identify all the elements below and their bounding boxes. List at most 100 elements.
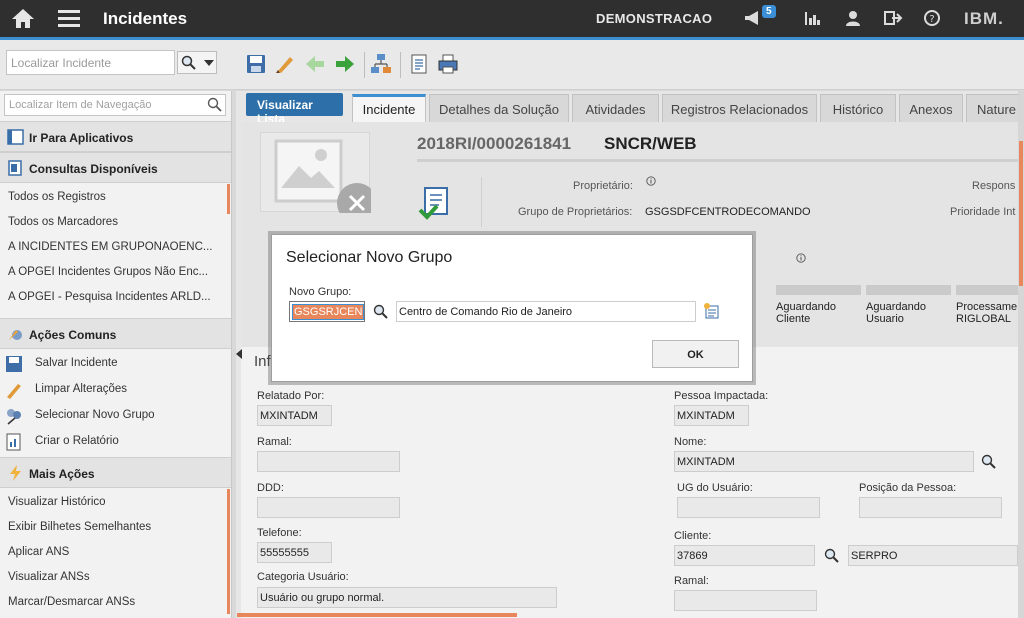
scroll-indicator <box>227 489 230 614</box>
query-item[interactable]: A OPGEI - Pesquisa Incidentes ARLD... <box>8 291 220 303</box>
position-field[interactable] <box>859 497 1002 518</box>
nav-search-input[interactable]: Localizar Item de Navegação <box>4 94 226 116</box>
clear-changes-icon <box>7 384 21 399</box>
priority-label: Prioridade Int <box>950 206 1016 218</box>
query-item[interactable]: A OPGEI Incidentes Grupos Não Enc... <box>8 266 220 278</box>
search-button[interactable] <box>177 51 217 74</box>
query-item[interactable]: Todos os Registros <box>8 191 220 203</box>
tab-nature[interactable]: Nature <box>966 94 1024 122</box>
common-actions-label: Ações Comuns <box>29 328 117 342</box>
arrow-right-icon[interactable] <box>334 53 356 75</box>
scroll-indicator <box>227 184 230 214</box>
save-icon[interactable] <box>245 53 267 75</box>
owner-group-label: Grupo de Proprietários: <box>518 206 633 218</box>
dialog-title: Selecionar Novo Grupo <box>286 249 453 266</box>
user-category-field[interactable]: Usuário ou grupo normal. <box>257 587 557 608</box>
print-icon[interactable] <box>437 53 459 75</box>
go-to-apps-label: Ir Para Aplicativos <box>29 131 134 145</box>
ddd-field[interactable] <box>257 497 400 518</box>
more-action-item[interactable]: Marcar/Desmarcar ANSs <box>8 596 220 608</box>
search-icon[interactable] <box>373 304 389 320</box>
user-category-label: Categoria Usuário: <box>257 571 349 583</box>
user-icon[interactable] <box>843 9 863 27</box>
home-icon[interactable] <box>10 7 36 29</box>
ramal2-field[interactable] <box>674 590 817 611</box>
tab-related-records[interactable]: Registros Relacionados <box>662 94 817 122</box>
status-step: Processame RIGLOBAL <box>956 301 1017 325</box>
common-actions-section[interactable]: Ações Comuns <box>0 318 231 349</box>
document-icon[interactable] <box>408 53 430 75</box>
search-icon[interactable] <box>981 454 997 470</box>
toolbar-separator <box>364 52 365 78</box>
select-new-group-action[interactable]: Selecionar Novo Grupo <box>35 409 247 421</box>
query-icon <box>8 160 22 176</box>
more-actions-label: Mais Ações <box>29 467 95 481</box>
phone-field[interactable]: 55555555 <box>257 542 332 563</box>
query-item[interactable]: Todos os Marcadores <box>8 216 220 228</box>
create-report-action[interactable]: Criar o Relatório <box>35 435 247 447</box>
new-group-value: GSGSRJCEN <box>292 304 365 320</box>
more-action-item[interactable]: Exibir Bilhetes Semelhantes <box>8 521 220 533</box>
tab-activities[interactable]: Atividades <box>572 94 659 122</box>
clear-changes-icon[interactable] <box>274 53 296 75</box>
affected-person-field[interactable]: MXINTADM <box>674 405 749 426</box>
name-field[interactable]: MXINTADM <box>674 451 974 472</box>
ok-button[interactable]: OK <box>652 340 739 368</box>
owner-label: Proprietário: <box>573 180 633 192</box>
save-icon <box>6 356 22 372</box>
view-list-button[interactable]: Visualizar Lista <box>246 93 343 126</box>
info-icon[interactable] <box>796 253 806 263</box>
chart-icon[interactable] <box>803 9 823 27</box>
arrow-left-icon[interactable] <box>304 53 326 75</box>
checklist-icon[interactable] <box>417 186 451 222</box>
client-name-field[interactable]: SERPRO <box>848 545 1018 566</box>
owner-group-value: GSGSDFCENTRODECOMANDO <box>645 206 811 218</box>
vertical-scrollbar[interactable] <box>1018 91 1024 618</box>
app-title: Incidentes <box>103 9 188 28</box>
query-item[interactable]: A INCIDENTES EM GRUPONAOENC... <box>8 241 220 253</box>
brand-logo: IBM. <box>964 9 1004 28</box>
report-icon <box>6 433 21 451</box>
scrollbar-thumb[interactable] <box>1019 141 1023 286</box>
tab-attachments[interactable]: Anexos <box>899 94 963 122</box>
search-icon[interactable] <box>207 97 223 113</box>
save-incident-action[interactable]: Salvar Incidente <box>35 357 247 369</box>
client-code-field[interactable]: 37869 <box>674 545 815 566</box>
tab-incident[interactable]: Incidente <box>352 94 426 124</box>
detail-menu-icon[interactable] <box>703 302 721 320</box>
responsible-label: Respons <box>972 180 1016 192</box>
info-icon[interactable] <box>646 176 656 186</box>
navigation-panel: Localizar Item de Navegação Ir Para Apli… <box>0 91 232 618</box>
menu-icon[interactable] <box>58 8 80 28</box>
top-bar: Incidentes DEMONSTRACAO 5 ? IBM. <box>0 0 1024 37</box>
ug-label: UG do Usuário: <box>677 482 753 494</box>
collapse-arrow-icon[interactable] <box>236 349 242 359</box>
tab-solution-details[interactable]: Detalhes da Solução <box>429 94 569 122</box>
tab-history[interactable]: Histórico <box>820 94 896 122</box>
workflow-icon[interactable] <box>370 53 392 75</box>
new-group-label: Novo Grupo: <box>289 286 352 298</box>
new-group-input[interactable]: GSGSRJCEN <box>289 301 365 322</box>
header-divider <box>417 159 1022 162</box>
lightning-icon <box>10 465 21 481</box>
reported-by-field[interactable]: MXINTADM <box>257 405 332 426</box>
more-action-item[interactable]: Visualizar ANSs <box>8 571 220 583</box>
help-icon[interactable]: ? <box>922 9 942 27</box>
clear-changes-action[interactable]: Limpar Alterações <box>35 383 247 395</box>
horizontal-scrollbar[interactable] <box>237 613 517 617</box>
search-input[interactable]: Localizar Incidente <box>6 50 175 75</box>
more-actions-section[interactable]: Mais Ações <box>0 457 231 488</box>
group-description-field[interactable]: Centro de Comando Rio de Janeiro <box>396 301 696 322</box>
queries-label: Consultas Disponíveis <box>29 162 158 176</box>
logout-icon[interactable] <box>883 9 903 27</box>
search-icon[interactable] <box>824 548 840 564</box>
queries-section[interactable]: Consultas Disponíveis <box>0 152 231 183</box>
status-step-bar <box>866 285 951 295</box>
ramal-field[interactable] <box>257 451 400 472</box>
go-to-apps-section[interactable]: Ir Para Aplicativos <box>0 121 231 152</box>
more-action-item[interactable]: Visualizar Histórico <box>8 496 220 508</box>
megaphone-icon[interactable] <box>743 9 763 27</box>
client-label: Cliente: <box>674 530 712 542</box>
ug-field[interactable] <box>677 497 820 518</box>
more-action-item[interactable]: Aplicar ANS <box>8 546 220 558</box>
